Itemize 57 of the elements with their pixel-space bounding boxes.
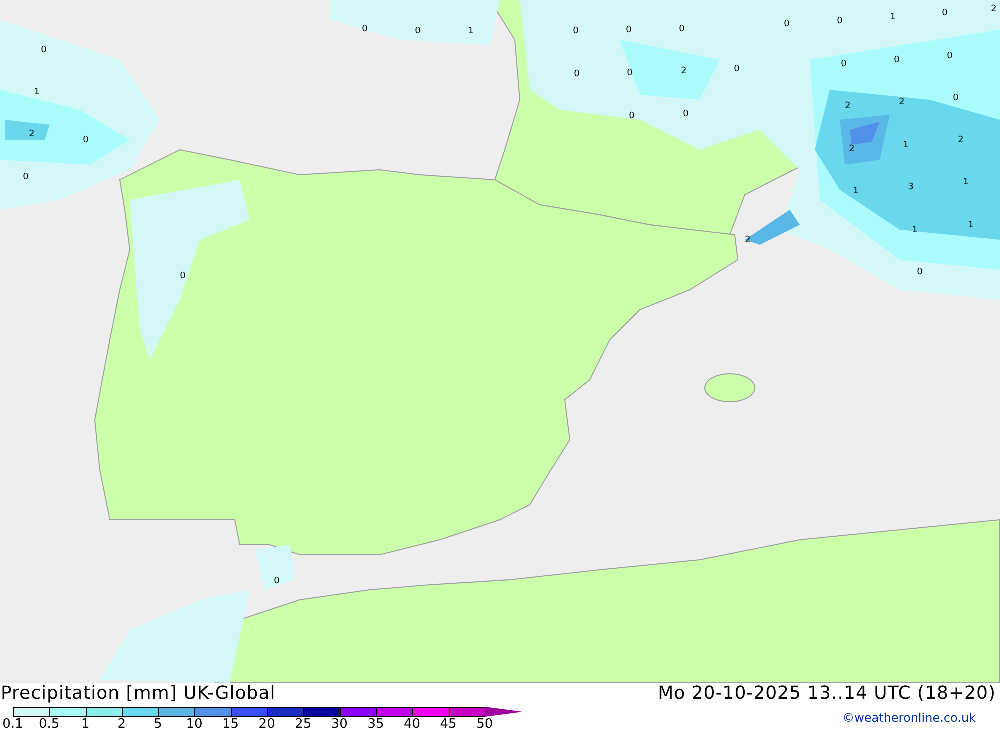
map-value-label: 0	[23, 174, 29, 182]
legend-tick-label: 1	[81, 717, 90, 733]
map-value-label: 0	[837, 18, 843, 26]
map-value-label: 1	[968, 222, 974, 230]
map-value-label: 0	[683, 110, 689, 120]
map-value-label: 0	[362, 26, 368, 34]
map-value-label: 0	[274, 578, 280, 586]
legend-tick-label: 2	[118, 717, 126, 733]
map-value-label: 0	[629, 112, 635, 122]
map-value-label: 2	[29, 130, 35, 140]
legend-tick-label: 50	[476, 717, 494, 733]
map-value-label: 1	[963, 178, 969, 188]
copyright-credit: ©weatheronline.co.uk	[842, 711, 976, 725]
map-value-label: 0	[41, 46, 47, 56]
map-value-label: 0	[626, 26, 632, 36]
map-value-label: 1	[890, 14, 896, 22]
legend-tick-label: 15	[222, 717, 240, 733]
map-value-label: 0	[573, 28, 579, 36]
map-value-label: 1	[34, 88, 40, 98]
map-value-label: 3	[908, 184, 914, 192]
map-value-label: 0	[953, 94, 959, 104]
map-value-label: 2	[899, 98, 905, 108]
map-value-label: 0	[415, 28, 421, 36]
map-value-label: 0	[784, 20, 790, 30]
map-value-label: 2	[745, 236, 751, 246]
legend-tick-label: 45	[440, 717, 457, 733]
map-value-label: 2	[958, 136, 964, 146]
map-value-label: 1	[853, 188, 859, 196]
legend-tick-label: 0.5	[38, 717, 60, 733]
map-value-label: 0	[942, 10, 948, 18]
map-value-label: 0	[83, 136, 89, 146]
map-value-label: 0	[894, 56, 900, 66]
legend-tick-label: 5	[154, 717, 162, 733]
map-title: Precipitation [mm] UK-Global	[1, 683, 276, 705]
map-value-label: 0	[734, 66, 740, 74]
forecast-datetime: Mo 20-10-2025 13..14 UTC (18+20)	[658, 683, 996, 705]
map-value-label: 2	[849, 146, 855, 154]
map-value-label: 2	[681, 68, 687, 76]
map-value-label: 0	[574, 70, 580, 80]
legend-tick-label: 20	[258, 717, 276, 733]
map-value-label: 1	[912, 226, 918, 236]
legend-tick-label: 25	[295, 717, 312, 733]
map-value-label: 2	[845, 102, 851, 112]
map-value-label: 1	[468, 28, 474, 36]
map-value-label: 0	[841, 60, 847, 70]
map-value-label: 0	[679, 26, 685, 34]
map-value-label: 0	[917, 268, 923, 278]
map-value-label: 2	[991, 6, 997, 14]
map-value-label: 0	[947, 52, 953, 62]
legend-tick-label: 10	[186, 717, 203, 733]
map-value-label: 0	[180, 272, 186, 282]
map-value-label: 0	[627, 70, 633, 78]
map-value-label: 1	[903, 142, 909, 150]
legend-tick-label: 30	[331, 717, 348, 733]
legend-tick-label: 35	[368, 717, 384, 733]
legend-tick-label: 40	[404, 717, 421, 733]
legend-tick-label: 0.1	[2, 717, 24, 733]
